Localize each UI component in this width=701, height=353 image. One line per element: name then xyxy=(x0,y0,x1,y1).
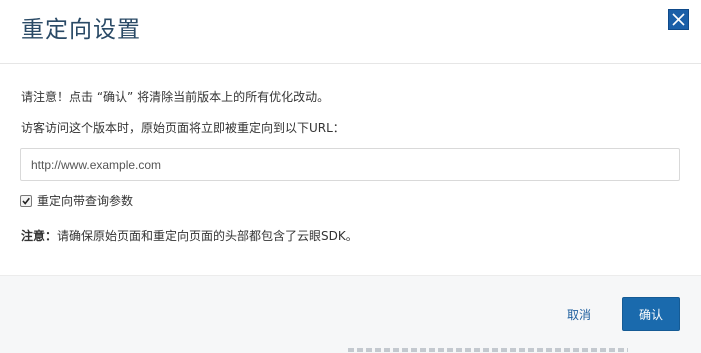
dialog-title: 重定向设置 xyxy=(21,17,141,43)
confirm-button[interactable]: 确认 xyxy=(622,297,680,331)
keep-query-params-checkbox[interactable] xyxy=(20,195,32,207)
dialog-footer: 取消 确认 xyxy=(0,275,701,353)
keep-query-params-label: 重定向带查询参数 xyxy=(37,194,134,208)
dialog-body: 请注意！点击 “确认” 将清除当前版本上的所有优化改动。 访客访问这个版本时，原… xyxy=(0,64,701,275)
close-button[interactable] xyxy=(668,9,689,30)
redirect-url-label: 访客访问这个版本时，原始页面将立即被重定向到以下URL： xyxy=(21,121,345,135)
redirect-settings-dialog: 重定向设置 请注意！点击 “确认” 将清除当前版本上的所有优化改动。 访客访问这… xyxy=(0,0,701,353)
keep-query-params-row[interactable]: 重定向带查询参数 xyxy=(20,193,133,209)
sdk-note-text: 请确保原始页面和重定向页面的头部都包含了云眼SDK。 xyxy=(57,229,358,243)
clear-changes-notice: 请注意！点击 “确认” 将清除当前版本上的所有优化改动。 xyxy=(21,90,330,104)
background-text-fragment xyxy=(348,348,628,352)
sdk-note-prefix: 注意： xyxy=(21,229,58,243)
redirect-url-input[interactable] xyxy=(20,148,680,181)
close-x-icon xyxy=(669,10,688,29)
dialog-header: 重定向设置 xyxy=(0,0,701,64)
sdk-note: 注意：请确保原始页面和重定向页面的头部都包含了云眼SDK。 xyxy=(21,228,358,244)
cancel-button[interactable]: 取消 xyxy=(553,297,605,331)
background-page-edge xyxy=(0,348,701,353)
